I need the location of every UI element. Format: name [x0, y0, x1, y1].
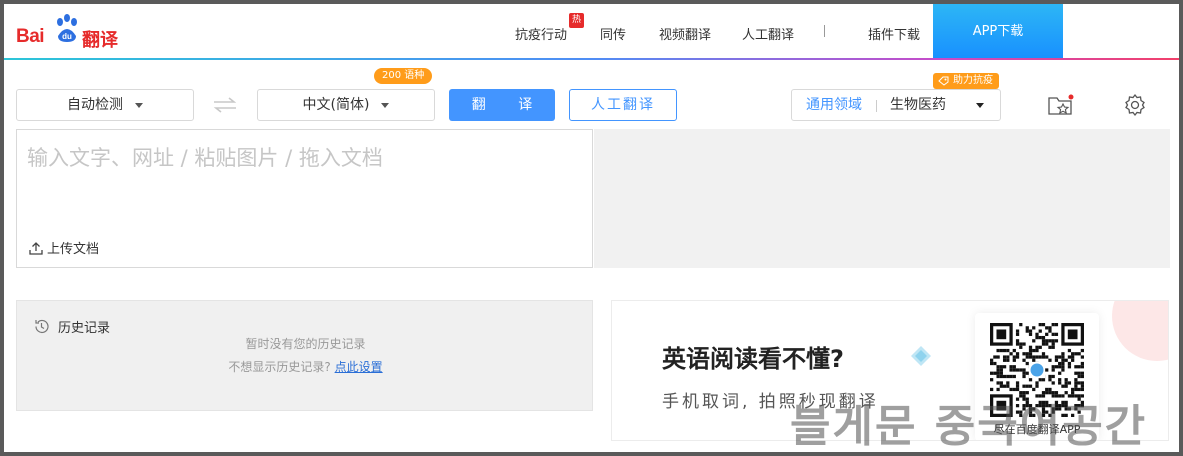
source-language-label: 自动检测	[67, 97, 123, 113]
favorites-folder-icon[interactable]	[1047, 93, 1075, 117]
baidu-paw-icon: du	[57, 14, 77, 42]
logo-bai-text: Bai	[16, 26, 45, 47]
gear-icon[interactable]	[1123, 93, 1147, 117]
history-empty-text: 暂时没有您的历史记录	[245, 337, 366, 351]
chevron-down-icon	[135, 102, 143, 108]
header-gradient-line	[4, 58, 1179, 60]
history-hint-text: 不想显示历史记录?	[228, 360, 331, 374]
hot-badge: 热	[569, 13, 584, 28]
nav-item-human-translate[interactable]: 人工翻译	[742, 24, 794, 43]
nav-item-video-translate[interactable]: 视频翻译	[659, 24, 711, 43]
chevron-down-icon	[976, 103, 984, 108]
upload-document-button[interactable]: 上传文档	[29, 238, 99, 257]
promo-decoration	[1112, 301, 1168, 361]
translation-output-area	[594, 129, 1170, 268]
tag-icon	[938, 76, 949, 86]
nav-item-simultaneous[interactable]: 同传	[600, 24, 626, 43]
history-title: 历史记录	[33, 317, 110, 336]
promo-title: 英语阅读看不懂?	[662, 345, 844, 373]
language-count-badge: 200 语种	[374, 68, 433, 84]
app-window: Bai du 翻译 抗疫行动 热 同传 视频翻译 人工翻译 插件下载 APP下载…	[4, 4, 1179, 452]
chevron-down-icon	[381, 102, 390, 108]
diamond-decoration-icon	[911, 346, 931, 366]
history-panel: 历史记录 暂时没有您的历史记录 不想显示历史记录? 点此设置	[16, 300, 593, 411]
domain-divider	[876, 100, 877, 112]
top-nav: Bai du 翻译 抗疫行动 热 同传 视频翻译 人工翻译 插件下载 APP下载	[4, 4, 1179, 59]
domain-general-label[interactable]: 通用领域	[806, 90, 862, 120]
history-title-label: 历史记录	[58, 321, 111, 336]
support-badge-label: 助力抗疫	[953, 75, 993, 86]
watermark: 블게문 중국어공간	[790, 401, 1148, 452]
logo-du-text: du	[62, 32, 72, 41]
history-hint: 不想显示历史记录? 点此设置	[17, 358, 594, 375]
app-download-button[interactable]: APP下载	[933, 4, 1063, 59]
logo-fanyi-text: 翻译	[82, 30, 118, 51]
domain-select[interactable]: 通用领域 生物医药	[791, 89, 1001, 121]
translate-button[interactable]: 翻 译	[449, 89, 555, 121]
target-language-select[interactable]: 中文(简体)	[257, 89, 435, 121]
target-language-label: 中文(简体)	[302, 97, 370, 113]
history-settings-link[interactable]: 点此设置	[335, 360, 383, 374]
source-placeholder: 输入文字、网址 / 粘贴图片 / 拖入文档	[27, 146, 383, 170]
nav-item-plugin-download[interactable]: 插件下载	[868, 24, 920, 43]
source-text-area[interactable]: 输入文字、网址 / 粘贴图片 / 拖入文档 上传文档	[16, 129, 593, 268]
nav-divider	[824, 25, 825, 37]
upload-icon	[29, 242, 43, 255]
baidu-translate-logo[interactable]: Bai du 翻译	[16, 14, 126, 51]
support-epidemic-badge: 助力抗疫	[933, 73, 999, 89]
nav-item-anti-epidemic[interactable]: 抗疫行动	[515, 24, 567, 43]
history-clock-icon	[35, 319, 49, 334]
source-language-select[interactable]: 自动检测	[16, 89, 194, 121]
upload-label: 上传文档	[47, 242, 100, 257]
domain-value: 生物医药	[890, 97, 946, 113]
swap-languages-icon[interactable]	[212, 95, 238, 115]
human-translate-button[interactable]: 人工翻译	[569, 89, 677, 121]
